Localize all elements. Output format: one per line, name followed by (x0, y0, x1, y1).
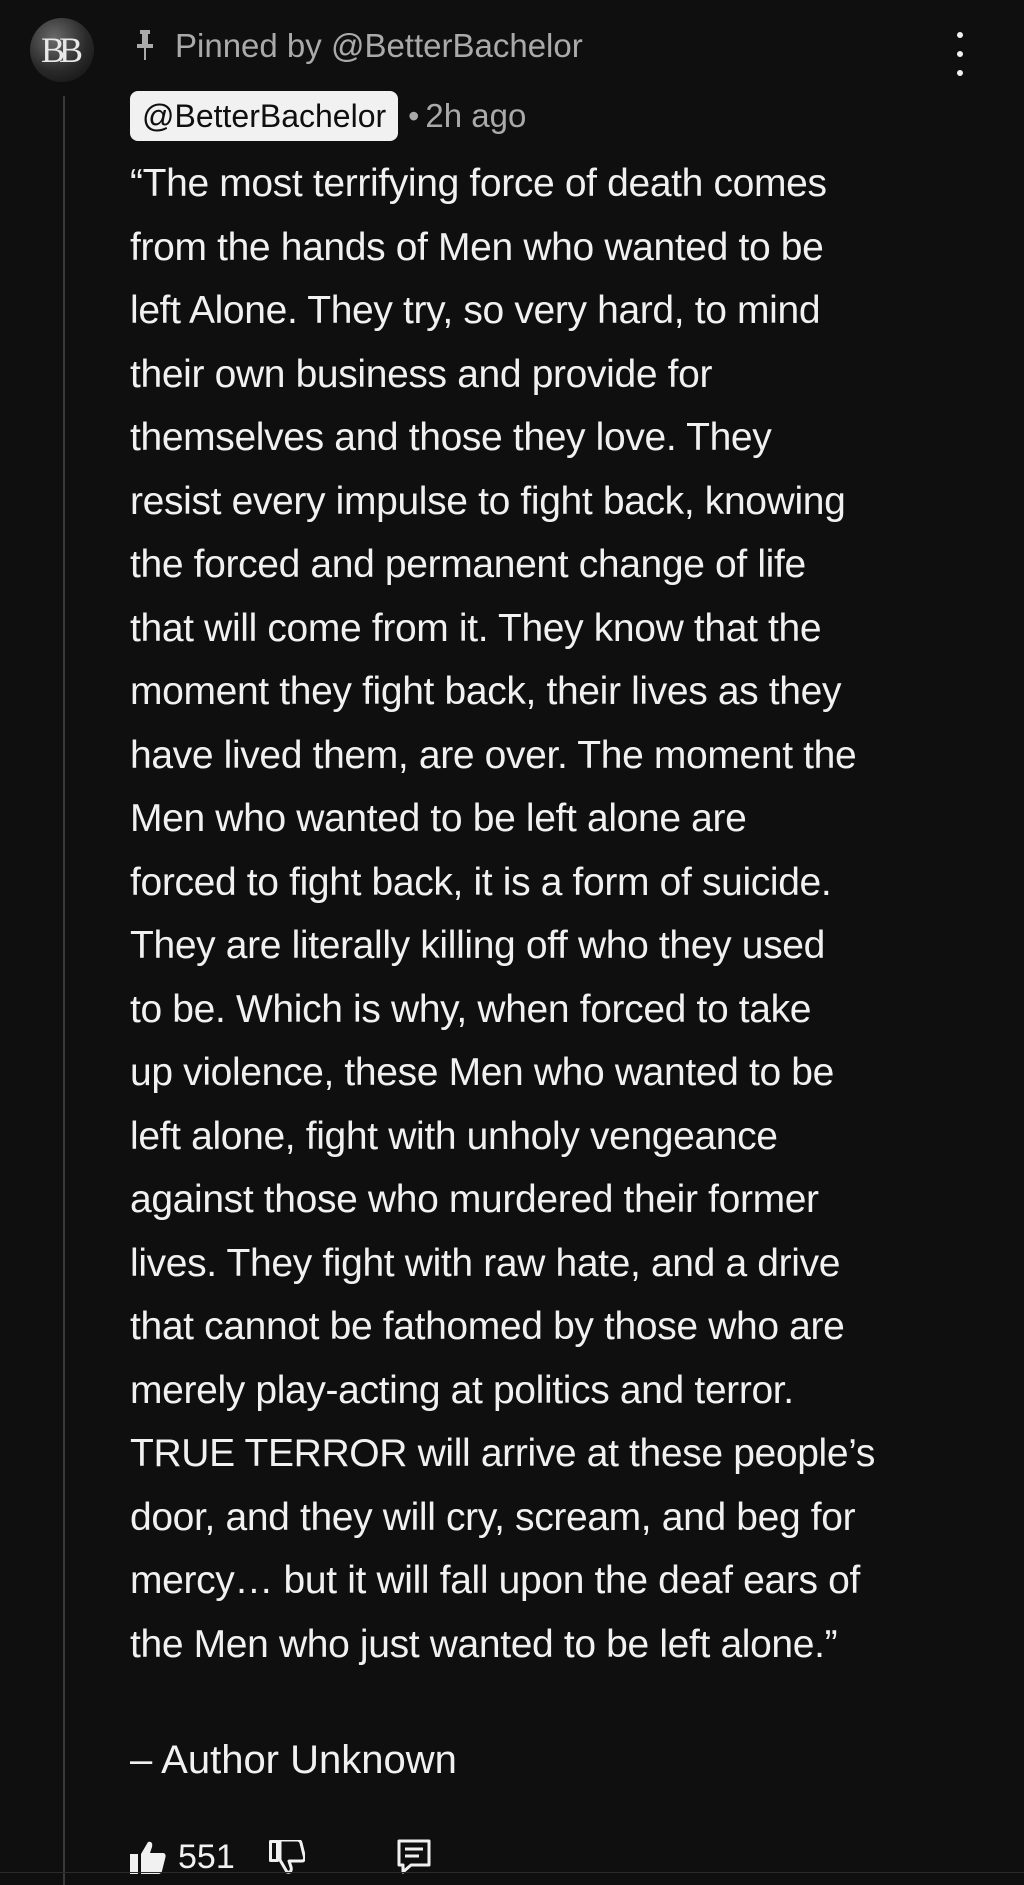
pin-icon (133, 28, 157, 64)
pinned-label: Pinned by @BetterBachelor (175, 27, 583, 64)
comment-body: “The most terrifying force of death come… (130, 162, 875, 1666)
bottom-divider (0, 1872, 1024, 1873)
timestamp[interactable]: 2h ago (425, 97, 526, 135)
comment-attribution: – Author Unknown (130, 1738, 457, 1782)
avatar[interactable]: BB (30, 18, 94, 82)
meta-separator: • (408, 97, 420, 134)
thumbs-up-filled-icon[interactable] (130, 1840, 166, 1874)
reply-comment-icon[interactable] (397, 1839, 431, 1875)
comment-actions: 551 (130, 1832, 431, 1882)
avatar-initials: BB (40, 30, 83, 70)
like-count: 551 (178, 1837, 235, 1876)
thread-line (63, 96, 65, 1885)
comment-meta: @BetterBachelor • 2h ago (130, 90, 526, 142)
thumbs-down-icon[interactable] (268, 1840, 305, 1874)
author-name[interactable]: @BetterBachelor (130, 91, 399, 141)
pinned-row: Pinned by @BetterBachelor (133, 24, 583, 68)
more-vertical-icon[interactable] (944, 32, 976, 76)
